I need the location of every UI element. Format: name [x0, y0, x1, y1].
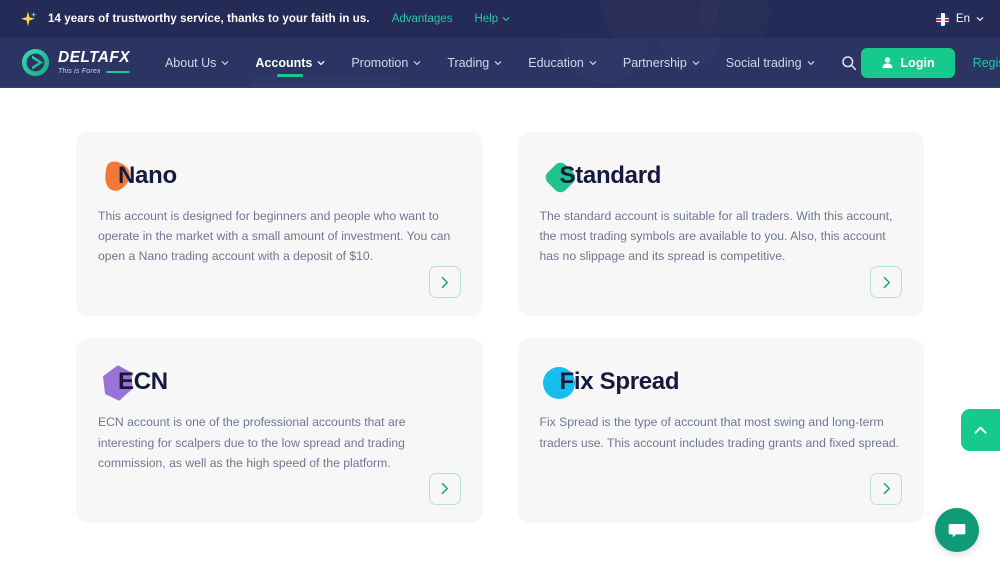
language-label: En [955, 13, 970, 25]
card-title: Nano [118, 162, 177, 189]
chevron-right-icon [441, 276, 449, 288]
account-card-fix-spread[interactable]: Fix Spread Fix Spread is the type of acc… [517, 338, 924, 523]
chevron-down-icon [222, 60, 229, 65]
chevron-down-icon [692, 60, 700, 65]
nav-actions: Login Register [860, 47, 1000, 78]
card-description: Fix Spread is the type of account that m… [539, 415, 900, 450]
advantages-link[interactable]: Advantages [392, 13, 453, 25]
logo-accent-bar [105, 70, 130, 73]
card-details-button[interactable] [870, 472, 902, 505]
announcement-bar: 14 years of trustworthy service, thanks … [0, 0, 1000, 38]
card-description: The standard account is suitable for all… [539, 209, 893, 264]
card-header: Fix Spread [540, 360, 903, 404]
announcement-text: 14 years of trustworthy service, thanks … [48, 13, 370, 25]
account-card-standard[interactable]: Standard The standard account is suitabl… [517, 132, 924, 317]
header-decoration-circle [700, 0, 770, 38]
chevron-down-icon [502, 17, 510, 22]
nav-item-accounts[interactable]: Accounts [242, 38, 338, 87]
language-selector[interactable]: En [934, 11, 984, 27]
header-decoration-circle [600, 0, 720, 38]
user-icon [882, 57, 893, 69]
chevron-up-icon [974, 426, 987, 434]
nav-label: Partnership [622, 55, 687, 70]
nav-item-trading[interactable]: Trading [434, 38, 515, 87]
register-link[interactable]: Register [973, 56, 1000, 70]
chevron-down-icon [317, 60, 325, 65]
help-menu[interactable]: Help [474, 13, 510, 25]
card-header: ECN [98, 360, 461, 404]
logo-tagline: This is Forex [58, 68, 101, 76]
main-content: Nano This account is designed for beginn… [0, 88, 1000, 566]
deltafx-logo-mark-icon [21, 48, 50, 77]
nav-item-social-trading[interactable]: Social trading [713, 38, 828, 87]
login-label: Login [900, 55, 935, 70]
account-card-nano[interactable]: Nano This account is designed for beginn… [76, 132, 483, 317]
chevron-down-icon [414, 60, 421, 65]
account-card-ecn[interactable]: ECN ECN account is one of the profession… [76, 338, 483, 523]
card-title: Standard [559, 162, 662, 189]
card-header: Nano [98, 154, 461, 198]
chevron-down-icon [494, 60, 502, 65]
main-navigation: DELTAFX This is Forex About Us Accounts … [0, 38, 1000, 88]
site-logo[interactable]: DELTAFX This is Forex [20, 47, 130, 78]
nav-label: Promotion [351, 55, 409, 70]
logo-name: DELTAFX [58, 48, 130, 66]
nav-label: About Us [164, 55, 217, 70]
chevron-right-icon [883, 483, 890, 495]
search-button[interactable] [837, 51, 861, 75]
card-title: Fix Spread [559, 368, 680, 396]
nav-item-partnership[interactable]: Partnership [610, 38, 713, 87]
card-details-button[interactable] [428, 266, 461, 299]
card-details-button[interactable] [870, 266, 902, 299]
nav-label: Trading [447, 55, 490, 70]
nav-label: Social trading [725, 55, 802, 70]
help-label: Help [474, 13, 499, 25]
chevron-right-icon [441, 483, 449, 495]
nav-item-promotion[interactable]: Promotion [338, 38, 434, 87]
account-type-grid: Nano This account is designed for beginn… [76, 132, 924, 523]
chat-bubble-icon [948, 524, 966, 538]
nav-item-education[interactable]: Education [515, 38, 610, 87]
chevron-down-icon [589, 60, 597, 65]
scroll-to-top-button[interactable] [961, 409, 1000, 451]
chevron-down-icon [976, 17, 984, 22]
card-title: ECN [118, 368, 168, 396]
card-details-button[interactable] [428, 472, 461, 505]
chevron-right-icon [883, 276, 890, 288]
active-indicator [277, 74, 304, 77]
uk-flag-icon [934, 11, 950, 27]
nav-item-about-us[interactable]: About Us [152, 38, 242, 87]
card-description: This account is designed for beginners a… [98, 209, 451, 264]
card-header: Standard [540, 154, 903, 198]
search-icon [841, 55, 856, 70]
chevron-down-icon [807, 60, 814, 65]
nav-label: Accounts [255, 55, 313, 70]
card-description: ECN account is one of the professional a… [98, 415, 406, 470]
chat-widget-button[interactable] [935, 508, 979, 552]
sparkle-icon [18, 9, 38, 29]
nav-label: Education [528, 55, 584, 70]
nav-items: About Us Accounts Promotion Trading Educ… [152, 38, 861, 87]
login-button[interactable]: Login [860, 47, 955, 78]
